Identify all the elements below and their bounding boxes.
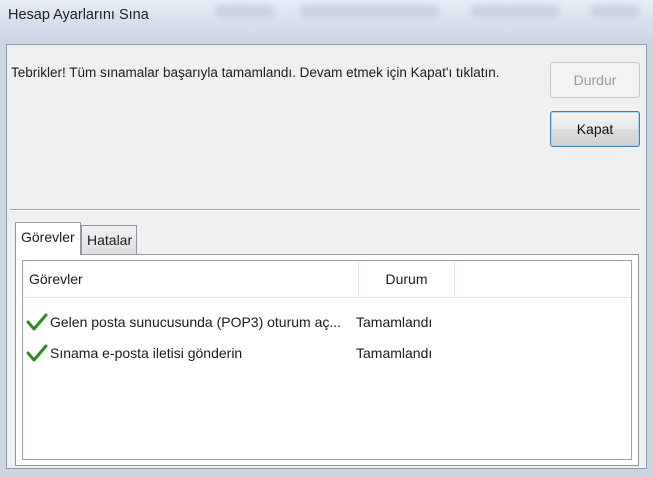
- column-header-status[interactable]: Durum: [359, 261, 455, 298]
- task-list[interactable]: Görevler Durum Gelen posta sunucusunda (…: [22, 260, 632, 460]
- column-header-tasks[interactable]: Görevler: [23, 261, 359, 298]
- task-name: Gelen posta sunucusunda (POP3) oturum aç…: [50, 314, 342, 330]
- check-icon: [26, 313, 48, 331]
- stop-button[interactable]: Durdur: [550, 62, 640, 98]
- background-blur: [215, 4, 275, 18]
- background-blur: [470, 4, 560, 18]
- tab-gorevler[interactable]: Görevler: [15, 222, 81, 255]
- task-status: Tamamlandı: [356, 345, 433, 361]
- dialog-body: Tebrikler! Tüm sınamalar başarıyla tamam…: [6, 44, 647, 469]
- task-status: Tamamlandı: [356, 314, 433, 330]
- background-blur: [300, 4, 440, 18]
- table-row[interactable]: Gelen posta sunucusunda (POP3) oturum aç…: [23, 308, 631, 336]
- tab-label: Hatalar: [87, 232, 133, 248]
- tab-label: Görevler: [21, 229, 75, 245]
- column-header-label: Görevler: [29, 271, 83, 287]
- tab-hatalar[interactable]: Hatalar: [81, 225, 137, 255]
- list-header: Görevler Durum: [23, 261, 631, 298]
- window-title: Hesap Ayarlarını Sına: [8, 7, 149, 23]
- title-bar[interactable]: Hesap Ayarlarını Sına: [0, 0, 653, 38]
- separator: [10, 209, 640, 211]
- tab-panel: Görevler Durum Gelen posta sunucusunda (…: [15, 254, 639, 466]
- table-row[interactable]: Sınama e-posta iletisi gönderin Tamamlan…: [23, 339, 631, 367]
- background-blur: [590, 4, 640, 18]
- column-header-label: Durum: [385, 271, 428, 287]
- check-icon: [26, 344, 48, 362]
- task-name: Sınama e-posta iletisi gönderin: [50, 345, 243, 361]
- close-button[interactable]: Kapat: [550, 111, 640, 147]
- status-message: Tebrikler! Tüm sınamalar başarıyla tamam…: [11, 65, 500, 80]
